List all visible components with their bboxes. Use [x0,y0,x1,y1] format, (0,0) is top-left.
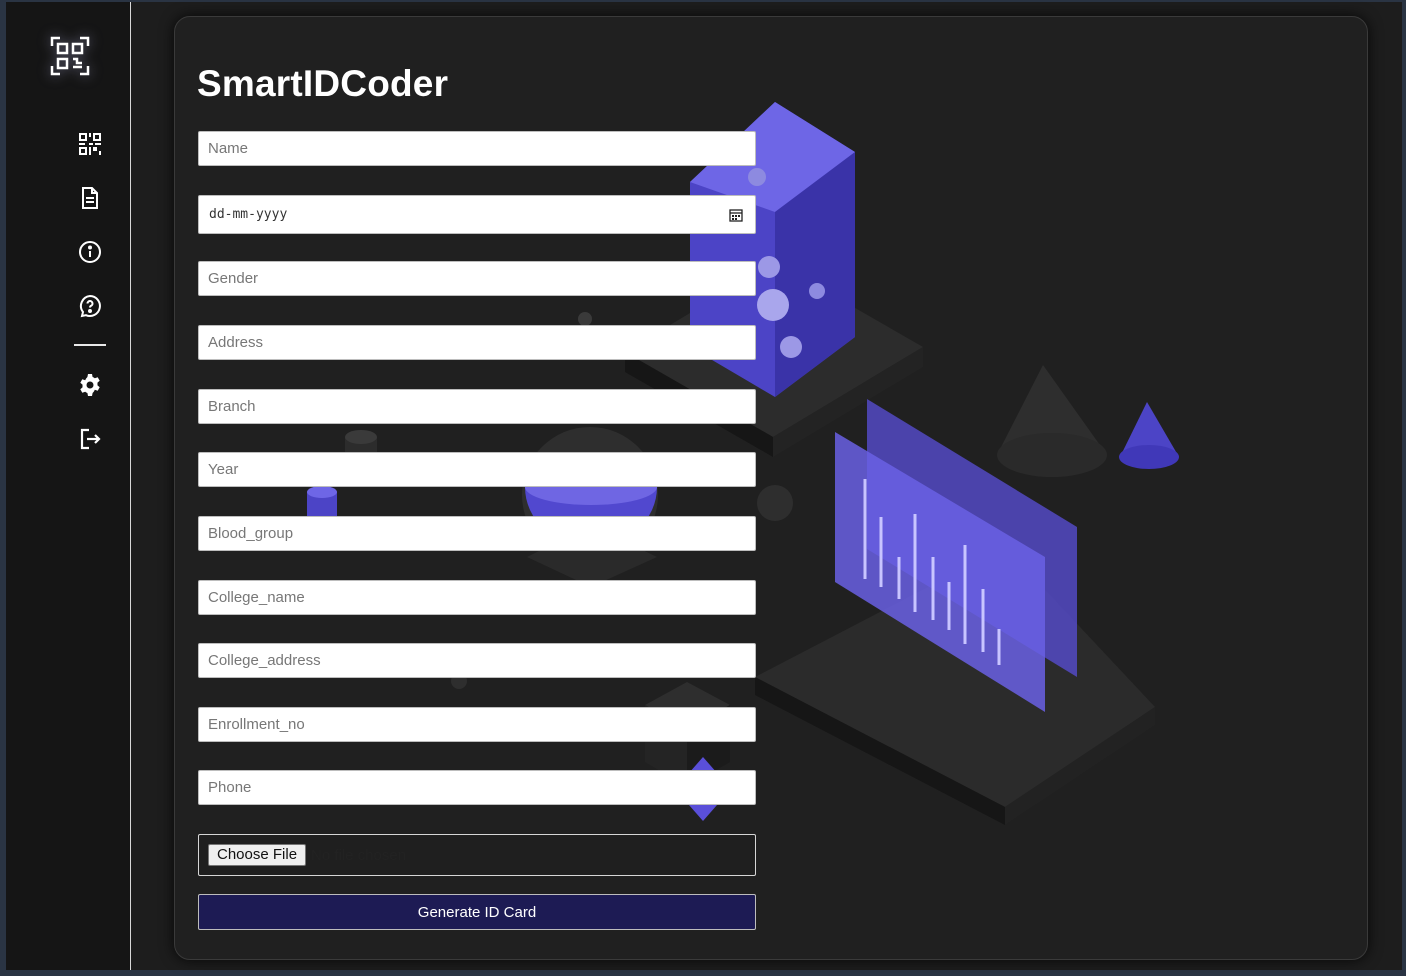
file-status: No file chosen [311,847,407,864]
settings-icon[interactable] [78,373,102,397]
college-address-input[interactable] [198,643,756,678]
page-title: SmartIDCoder [197,63,449,104]
photo-file-input[interactable]: Choose File No file chosen [198,834,756,876]
dob-input[interactable]: dd-mm-yyyy [198,195,756,234]
phone-input[interactable] [198,770,756,805]
gender-input[interactable] [198,261,756,296]
generate-id-card-button[interactable]: Generate ID Card [198,894,756,930]
document-icon[interactable] [78,186,102,210]
name-input[interactable] [198,131,756,166]
enrollment-no-input[interactable] [198,707,756,742]
qr-code-icon[interactable] [78,132,102,156]
blood-group-input[interactable] [198,516,756,551]
sidebar-divider [74,344,106,346]
branch-input[interactable] [198,389,756,424]
address-input[interactable] [198,325,756,360]
help-icon[interactable] [78,294,102,318]
year-input[interactable] [198,452,756,487]
info-icon[interactable] [78,240,102,264]
choose-file-button[interactable]: Choose File [208,844,307,866]
form-panel: SmartIDCoder dd-mm-yyyy Choose File No f… [174,16,1368,960]
sidebar [6,2,131,970]
qr-logo-icon[interactable] [48,34,92,78]
college-name-input[interactable] [198,580,756,615]
logout-icon[interactable] [78,427,102,451]
dob-placeholder: dd-mm-yyyy [209,207,288,222]
calendar-icon[interactable] [729,208,743,222]
